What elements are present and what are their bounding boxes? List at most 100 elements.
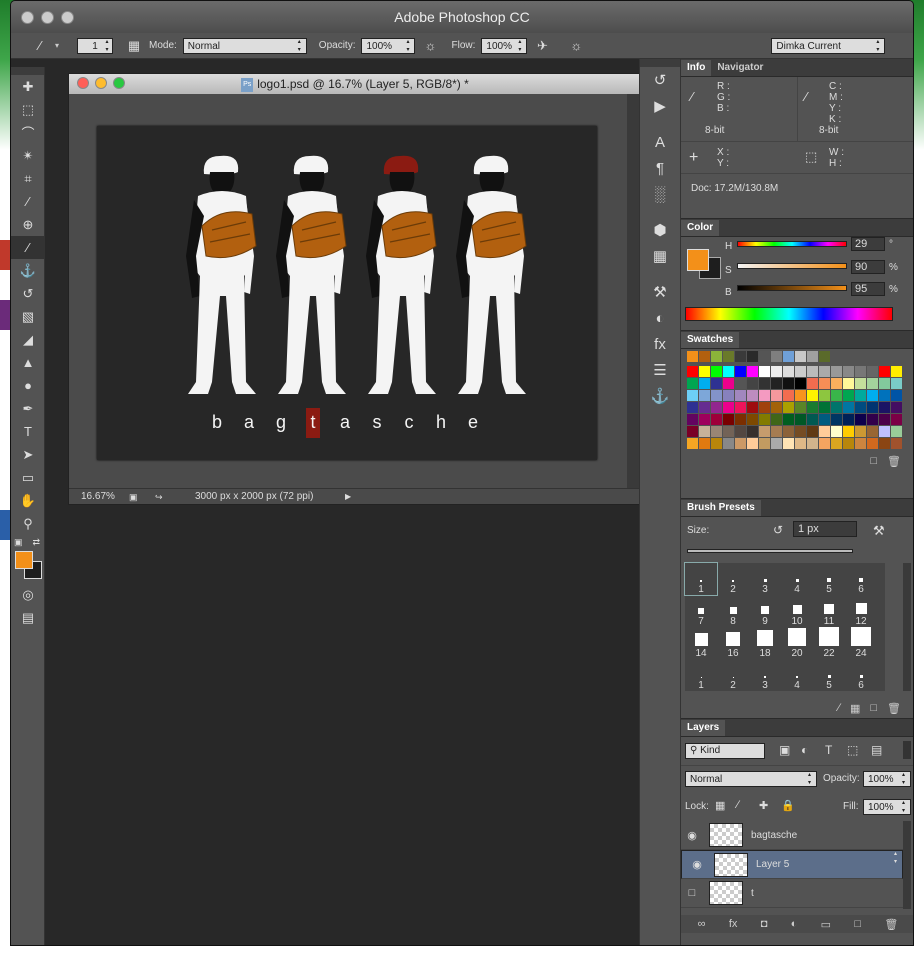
filter-smart-object-icon[interactable]: ▤ [871, 743, 882, 757]
swatch[interactable] [711, 390, 722, 401]
swatch[interactable] [759, 414, 770, 425]
swatch[interactable] [843, 426, 854, 437]
swatch[interactable] [771, 366, 782, 377]
swatch[interactable] [747, 426, 758, 437]
link-layers-icon[interactable]: ∞ [698, 918, 706, 930]
swatch[interactable] [879, 366, 890, 377]
brush-preset[interactable]: 2 [717, 563, 749, 595]
new-layer-icon[interactable]: □ [854, 918, 861, 930]
swatch[interactable] [735, 426, 746, 437]
screen-mode-icon[interactable]: ▤ [11, 606, 45, 629]
swatch[interactable] [699, 438, 710, 449]
swatch[interactable] [687, 366, 698, 377]
brush-preset[interactable]: 6 [845, 659, 877, 691]
tab-swatches[interactable]: Swatches [681, 332, 740, 348]
swatch[interactable] [687, 351, 698, 362]
adjustments-panel-icon[interactable]: ◐ [640, 305, 680, 331]
zoom-window-button[interactable] [61, 11, 74, 24]
swatch[interactable] [747, 438, 758, 449]
paragraph-panel-icon[interactable]: ¶ [640, 155, 680, 181]
swatch[interactable] [807, 426, 818, 437]
eye-icon[interactable]: ◉ [681, 829, 703, 842]
brush-preset[interactable]: 18 [749, 627, 781, 659]
swatch[interactable] [807, 438, 818, 449]
swatch[interactable] [855, 402, 866, 413]
brush-preset[interactable]: 10 [781, 595, 813, 627]
zoom-level[interactable]: 16.67% [81, 489, 115, 505]
swatch[interactable] [771, 426, 782, 437]
3d-panel-icon[interactable]: ⬢ [640, 217, 680, 243]
swatch[interactable] [759, 438, 770, 449]
visibility-off-icon[interactable]: □ [681, 887, 703, 899]
swatch[interactable] [795, 378, 806, 389]
layer-fill-field[interactable]: 100% [863, 799, 911, 815]
swatch[interactable] [879, 378, 890, 389]
filter-toggle[interactable] [903, 741, 911, 759]
swatch[interactable] [867, 426, 878, 437]
swatch[interactable] [723, 402, 734, 413]
lock-position-icon[interactable]: ✚ [759, 799, 768, 812]
swatch[interactable] [735, 378, 746, 389]
artboard[interactable]: bagtasche [97, 126, 597, 460]
layer-row[interactable]: ◉ Layer 5 [681, 850, 903, 879]
swatch[interactable] [783, 351, 794, 362]
brush-preset[interactable]: 22 [813, 627, 845, 659]
measurement-panel-icon[interactable]: ▦ [640, 243, 680, 269]
swatch[interactable] [879, 438, 890, 449]
channels-panel-icon[interactable]: ☰ [640, 357, 680, 383]
swatch[interactable] [819, 351, 830, 362]
toggle-brush-panel-icon[interactable]: ∕ [838, 702, 840, 714]
blur-tool-icon[interactable]: ▲ [11, 351, 45, 374]
new-group-icon[interactable]: ▭ [821, 918, 831, 931]
close-document-button[interactable] [77, 77, 89, 89]
new-adjustment-icon[interactable]: ◐ [791, 918, 798, 930]
marquee-tool-icon[interactable]: ⬚ [11, 98, 45, 121]
swatch[interactable] [891, 366, 902, 377]
color-spectrum-bar[interactable] [685, 307, 893, 321]
healing-brush-icon[interactable]: ⊕ [11, 213, 45, 236]
swatch[interactable] [735, 402, 746, 413]
swatch[interactable] [879, 402, 890, 413]
swatch[interactable] [795, 426, 806, 437]
swatch[interactable] [735, 414, 746, 425]
swatch[interactable] [831, 426, 842, 437]
brush-grid-icon[interactable]: ▦ [850, 702, 860, 715]
pen-tool-icon[interactable]: ✒ [11, 397, 45, 420]
paint-bucket-icon[interactable]: ◢ [11, 328, 45, 351]
swatch[interactable] [723, 438, 734, 449]
swatch[interactable] [831, 378, 842, 389]
swatch[interactable] [891, 390, 902, 401]
swatch[interactable] [867, 366, 878, 377]
reset-size-icon[interactable]: ↺ [773, 523, 783, 537]
swatch[interactable] [747, 390, 758, 401]
swatch[interactable] [759, 366, 770, 377]
swatch[interactable] [831, 402, 842, 413]
swatch[interactable] [711, 426, 722, 437]
swatch[interactable] [699, 414, 710, 425]
swatch[interactable] [807, 366, 818, 377]
swatch[interactable] [843, 366, 854, 377]
filter-pixel-icon[interactable]: ▣ [779, 743, 790, 757]
brush-preset[interactable]: 3 [749, 659, 781, 691]
swatch[interactable] [843, 414, 854, 425]
hue-slider[interactable] [737, 241, 847, 247]
lasso-tool-icon[interactable]: ⌒ [11, 121, 45, 144]
hue-field[interactable]: 29 [851, 237, 885, 251]
layer-opacity-field[interactable]: 100% [863, 771, 911, 787]
brush-preset[interactable]: 6 [845, 563, 877, 595]
swatch[interactable] [855, 414, 866, 425]
swatch[interactable] [759, 378, 770, 389]
swatch[interactable] [795, 402, 806, 413]
swatch[interactable] [819, 378, 830, 389]
swatch[interactable] [879, 390, 890, 401]
swatch[interactable] [771, 414, 782, 425]
swatch[interactable] [735, 366, 746, 377]
brush-preset[interactable]: 2 [717, 659, 749, 691]
swatch[interactable] [687, 414, 698, 425]
swatch[interactable] [759, 402, 770, 413]
layer-row[interactable]: ◉ bagtasche [681, 821, 903, 850]
swatch[interactable] [711, 402, 722, 413]
swatch[interactable] [819, 414, 830, 425]
brush-preset[interactable]: 4 [781, 563, 813, 595]
eyedropper-tool-icon[interactable]: ∕ [11, 190, 45, 213]
